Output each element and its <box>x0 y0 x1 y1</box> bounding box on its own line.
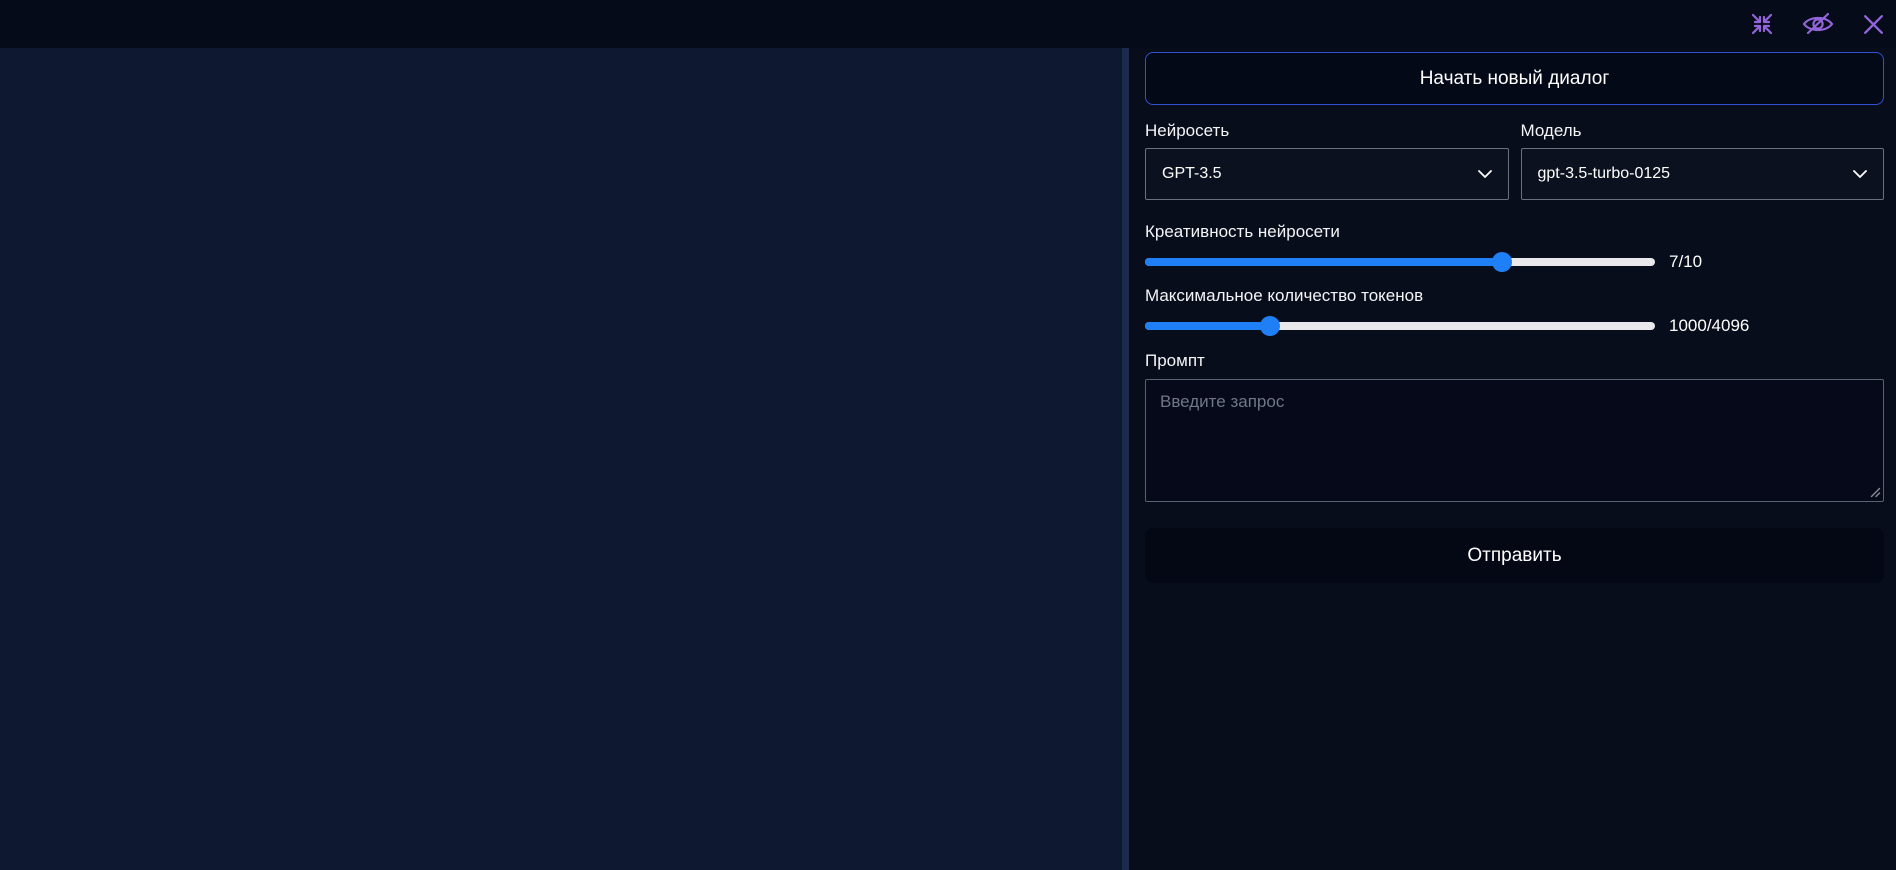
panel-divider <box>1122 48 1129 870</box>
model-label: Модель <box>1520 121 1582 140</box>
slider-fill <box>1145 322 1270 330</box>
network-label: Нейросеть <box>1145 121 1230 140</box>
prompt-label: Промпт <box>1145 351 1205 370</box>
main-area: Начать новый диалог Нейросеть GPT-3.5 Мо… <box>0 48 1896 870</box>
resize-handle-icon[interactable] <box>1870 487 1881 498</box>
model-field: Модель gpt-3.5-turbo-0125 <box>1520 121 1884 200</box>
topbar <box>0 0 1896 48</box>
eye-off-icon <box>1802 12 1834 35</box>
selects-row: Нейросеть GPT-3.5 Модель gpt-3.5-turbo-0… <box>1145 121 1884 200</box>
prompt-textarea-wrap <box>1145 379 1884 502</box>
network-field: Нейросеть GPT-3.5 <box>1145 121 1509 200</box>
chat-area <box>0 48 1122 870</box>
creativity-slider[interactable] <box>1145 251 1655 273</box>
collapse-icon <box>1751 13 1773 35</box>
settings-panel: Начать новый диалог Нейросеть GPT-3.5 Мо… <box>1129 48 1896 870</box>
network-select[interactable]: GPT-3.5 <box>1145 148 1509 200</box>
close-icon <box>1864 14 1883 34</box>
hide-panel-button[interactable] <box>1801 11 1835 37</box>
model-select-value: gpt-3.5-turbo-0125 <box>1537 165 1671 182</box>
chevron-down-icon <box>1853 169 1867 178</box>
creativity-value: 7/10 <box>1669 252 1703 271</box>
collapse-button[interactable] <box>1749 11 1775 37</box>
slider-fill <box>1145 258 1502 266</box>
model-select[interactable]: gpt-3.5-turbo-0125 <box>1520 148 1884 200</box>
tokens-label: Максимальное количество токенов <box>1145 286 1424 305</box>
creativity-slider-row: 7/10 <box>1145 251 1884 273</box>
close-button[interactable] <box>1861 12 1886 37</box>
tokens-slider-row: 1000/4096 <box>1145 315 1884 337</box>
send-button[interactable]: Отправить <box>1145 528 1884 583</box>
creativity-label: Креативность нейросети <box>1145 222 1340 241</box>
network-select-value: GPT-3.5 <box>1162 165 1222 182</box>
tokens-value: 1000/4096 <box>1669 316 1750 335</box>
slider-thumb[interactable] <box>1259 316 1280 336</box>
new-dialog-button[interactable]: Начать новый диалог <box>1145 52 1884 105</box>
chevron-down-icon <box>1477 169 1492 178</box>
slider-thumb[interactable] <box>1492 252 1512 272</box>
prompt-input[interactable] <box>1145 379 1884 502</box>
tokens-slider[interactable] <box>1145 315 1655 337</box>
